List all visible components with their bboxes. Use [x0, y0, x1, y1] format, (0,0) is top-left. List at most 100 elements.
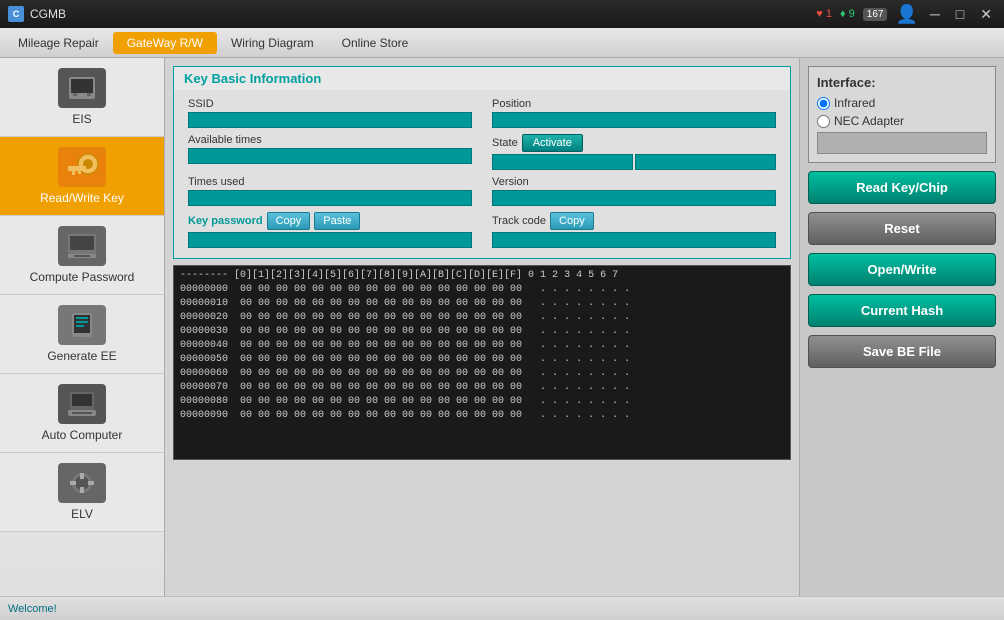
key-password-group: Key password Copy Paste — [188, 212, 472, 248]
key-password-label: Key password — [188, 215, 263, 227]
track-code-value — [492, 232, 776, 248]
sidebar-label-elv: ELV — [71, 507, 93, 521]
hex-row: 00000090 00 00 00 00 00 00 00 00 00 00 0… — [180, 409, 784, 423]
key-basic-info-panel: Key Basic Information SSID Position — [173, 66, 791, 259]
hex-row: 00000040 00 00 00 00 00 00 00 00 00 00 0… — [180, 339, 784, 353]
ssid-group: SSID — [188, 98, 472, 128]
times-used-value — [188, 190, 472, 206]
maximize-button[interactable]: □ — [952, 0, 968, 28]
hex-row: 00000060 00 00 00 00 00 00 00 00 00 00 0… — [180, 367, 784, 381]
version-label: Version — [492, 176, 776, 188]
hex-row: 00000070 00 00 00 00 00 00 00 00 00 00 0… — [180, 381, 784, 395]
key-password-copy-button[interactable]: Copy — [267, 212, 311, 230]
sidebar-item-generate-ee[interactable]: Generate EE — [0, 295, 164, 374]
sidebar: EIS Read/Write Key Compute Password Gene… — [0, 58, 165, 596]
hex-row: 00000030 00 00 00 00 00 00 00 00 00 00 0… — [180, 325, 784, 339]
read-key-chip-button[interactable]: Read Key/Chip — [808, 171, 996, 204]
person-icon: 👤 — [895, 4, 917, 25]
track-code-label-row: Track code Copy — [492, 212, 776, 230]
menu-mileage-repair[interactable]: Mileage Repair — [4, 32, 113, 54]
track-code-group: Track code Copy — [492, 212, 776, 248]
state-value1 — [492, 154, 633, 170]
right-panel: Interface: Infrared NEC Adapter Read Key… — [799, 58, 1004, 596]
available-times-label: Available times — [188, 134, 472, 146]
hex-header: -------- [0][1][2][3][4][5][6][7][8][9][… — [180, 270, 784, 281]
available-times-group: Available times — [188, 134, 472, 170]
compute-icon — [58, 226, 106, 266]
hex-row: 00000010 00 00 00 00 00 00 00 00 00 00 0… — [180, 297, 784, 311]
sidebar-item-elv[interactable]: ELV — [0, 453, 164, 532]
position-group: Position — [492, 98, 776, 128]
ssid-label: SSID — [188, 98, 472, 110]
status-text: Welcome! — [8, 603, 57, 615]
activate-button[interactable]: Activate — [522, 134, 583, 152]
version-value — [492, 190, 776, 206]
available-times-value — [188, 148, 472, 164]
position-value — [492, 112, 776, 128]
state-group: State Activate — [492, 134, 776, 170]
hex-row: 00000080 00 00 00 00 00 00 00 00 00 00 0… — [180, 395, 784, 409]
version-group: Version — [492, 176, 776, 206]
menu-bar: Mileage Repair GateWay R/W Wiring Diagra… — [0, 28, 1004, 58]
state-label: State — [492, 137, 518, 149]
sidebar-label-readwrite-key: Read/Write Key — [40, 191, 124, 205]
interface-box: Interface: Infrared NEC Adapter — [808, 66, 996, 163]
sidebar-item-readwrite-key[interactable]: Read/Write Key — [0, 137, 164, 216]
title-bar: C CGMB ♥ 1 ♦ 9 167 👤 ─ □ ✕ — [0, 0, 1004, 28]
infrared-radio[interactable] — [817, 97, 830, 110]
open-write-button[interactable]: Open/Write — [808, 253, 996, 286]
hex-row: 00000020 00 00 00 00 00 00 00 00 00 00 0… — [180, 311, 784, 325]
sidebar-item-compute-password[interactable]: Compute Password — [0, 216, 164, 295]
elv-icon — [58, 463, 106, 503]
sidebar-label-generate-ee: Generate EE — [47, 349, 116, 363]
current-hash-button[interactable]: Current Hash — [808, 294, 996, 327]
reset-button[interactable]: Reset — [808, 212, 996, 245]
track-code-copy-button[interactable]: Copy — [550, 212, 594, 230]
autocomp-icon — [58, 384, 106, 424]
state-value-row — [492, 154, 776, 170]
counter-badge: 167 — [863, 8, 888, 21]
generate-icon — [58, 305, 106, 345]
ssid-value — [188, 112, 472, 128]
menu-online-store[interactable]: Online Store — [328, 32, 423, 54]
eis-icon — [58, 68, 106, 108]
minimize-button[interactable]: ─ — [926, 0, 944, 28]
hearts-red: ♥ 1 — [816, 8, 832, 20]
save-be-file-button[interactable]: Save BE File — [808, 335, 996, 368]
key-password-value — [188, 232, 472, 248]
key-password-paste-button[interactable]: Paste — [314, 212, 360, 230]
menu-wiring-diagram[interactable]: Wiring Diagram — [217, 32, 328, 54]
hex-row: 00000000 00 00 00 00 00 00 00 00 00 00 0… — [180, 283, 784, 297]
nec-adapter-radio-row: NEC Adapter — [817, 114, 987, 128]
infrared-radio-row: Infrared — [817, 96, 987, 110]
nec-adapter-label: NEC Adapter — [834, 114, 904, 128]
app-title: CGMB — [30, 7, 816, 21]
hex-row: 00000050 00 00 00 00 00 00 00 00 00 00 0… — [180, 353, 784, 367]
fields-grid: SSID Position Available times — [188, 98, 776, 248]
panel-title: Key Basic Information — [174, 67, 790, 90]
menu-gateway-rw[interactable]: GateWay R/W — [113, 32, 217, 54]
state-value2 — [635, 154, 776, 170]
times-used-group: Times used — [188, 176, 472, 206]
sidebar-label-eis: EIS — [72, 112, 91, 126]
app-icon: C — [8, 6, 24, 22]
interface-title: Interface: — [817, 75, 987, 90]
times-used-label: Times used — [188, 176, 472, 188]
position-label: Position — [492, 98, 776, 110]
state-label-row: State Activate — [492, 134, 776, 152]
main-area: EIS Read/Write Key Compute Password Gene… — [0, 58, 1004, 596]
key-icon — [58, 147, 106, 187]
hearts-green: ♦ 9 — [840, 8, 855, 20]
content-area: Key Basic Information SSID Position — [165, 58, 799, 596]
infrared-label: Infrared — [834, 96, 875, 110]
panel-content: SSID Position Available times — [174, 90, 790, 258]
hex-dump: -------- [0][1][2][3][4][5][6][7][8][9][… — [173, 265, 791, 460]
interface-input-field — [817, 132, 987, 154]
sidebar-label-compute-password: Compute Password — [30, 270, 135, 284]
sidebar-item-eis[interactable]: EIS — [0, 58, 164, 137]
sidebar-item-auto-computer[interactable]: Auto Computer — [0, 374, 164, 453]
sidebar-label-auto-computer: Auto Computer — [42, 428, 123, 442]
key-password-label-row: Key password Copy Paste — [188, 212, 472, 230]
close-button[interactable]: ✕ — [976, 0, 996, 28]
nec-adapter-radio[interactable] — [817, 115, 830, 128]
